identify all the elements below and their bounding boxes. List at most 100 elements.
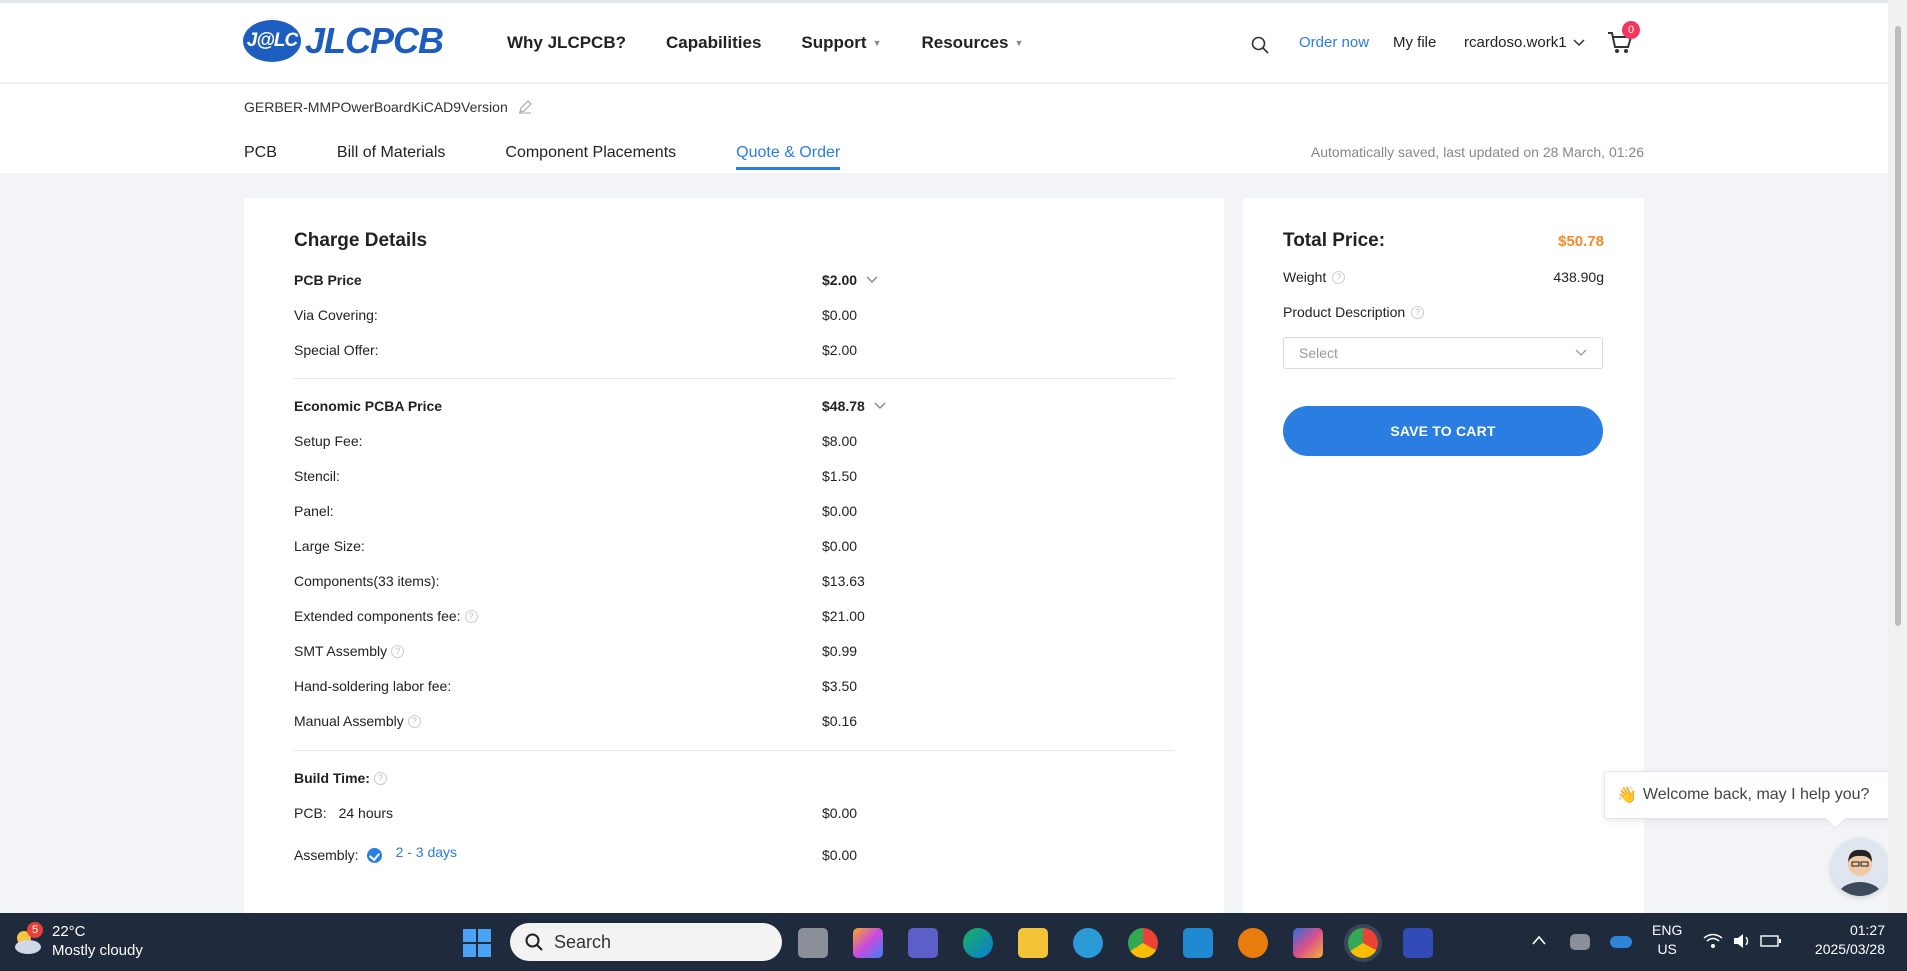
cloud-error-icon[interactable] bbox=[1570, 934, 1590, 950]
chevron-up-icon[interactable] bbox=[1532, 935, 1546, 945]
battery-icon[interactable] bbox=[1760, 934, 1782, 948]
blender-icon[interactable] bbox=[1238, 928, 1268, 958]
teams-icon[interactable] bbox=[908, 928, 938, 958]
my-file-link[interactable]: My file bbox=[1393, 34, 1436, 51]
build-time-label-wrap: Build Time:? bbox=[294, 770, 387, 786]
pcb-price-value: $2.00 bbox=[822, 272, 858, 288]
product-description-select[interactable]: Select bbox=[1283, 337, 1603, 369]
nav-support[interactable]: Support ▼ bbox=[801, 33, 881, 53]
search-placeholder: Search bbox=[554, 931, 612, 952]
charge-label: Panel: bbox=[294, 503, 334, 519]
product-desc-label-wrap: Product Description? bbox=[1283, 304, 1425, 320]
pcb-build-time: 24 hours bbox=[338, 805, 394, 821]
charge-details-title: Charge Details bbox=[294, 230, 428, 251]
pcb-build-label: PCB: bbox=[294, 805, 327, 821]
support-agent-avatar bbox=[1831, 838, 1889, 896]
tab-quote-order[interactable]: Quote & Order bbox=[736, 144, 841, 170]
assembly-build-time-row: Assembly: 2 - 3 days $0.00 bbox=[294, 844, 1174, 867]
nav-label: Capabilities bbox=[666, 33, 762, 52]
volume-icon[interactable] bbox=[1733, 933, 1751, 949]
filename-text: GERBER-MMPOwerBoardKiCAD9Version bbox=[244, 99, 508, 115]
cloudy-weather-icon: 5 bbox=[10, 922, 44, 958]
assembly-build-time[interactable]: 2 - 3 days bbox=[396, 844, 457, 860]
scrollbar-thumb[interactable] bbox=[1895, 26, 1901, 626]
site-header: J@LC JLCPCB Why JLCPCB? Capabilities Sup… bbox=[0, 3, 1888, 83]
file-explorer-icon[interactable] bbox=[1018, 928, 1048, 958]
chevron-down-icon bbox=[1575, 349, 1587, 356]
charge-label: Large Size: bbox=[294, 538, 365, 554]
build-time-row: Build Time:? bbox=[294, 770, 1174, 790]
user-menu[interactable]: rcardoso.work1 bbox=[1464, 34, 1585, 51]
taskbar-search[interactable]: Search bbox=[510, 923, 782, 961]
help-icon[interactable]: ? bbox=[391, 644, 405, 658]
chat-avatar[interactable] bbox=[1831, 838, 1889, 896]
onedrive-icon[interactable] bbox=[1610, 936, 1632, 948]
charge-value: $3.50 bbox=[822, 678, 858, 694]
check-circle-icon[interactable] bbox=[366, 847, 382, 863]
charge-label-wrap: Manual Assembly? bbox=[294, 713, 421, 729]
vscode-icon[interactable] bbox=[1183, 928, 1213, 958]
tab-bill-of-materials[interactable]: Bill of Materials bbox=[337, 144, 445, 169]
nav-resources[interactable]: Resources ▼ bbox=[922, 33, 1024, 53]
save-to-cart-button[interactable]: SAVE TO CART bbox=[1283, 406, 1603, 456]
chat-welcome-bubble[interactable]: 👋 Welcome back, may I help you? bbox=[1604, 771, 1894, 819]
charge-details-card: Charge Details PCB Price $2.00 Via Cover… bbox=[244, 198, 1224, 918]
charge-label-wrap: Extended components fee:? bbox=[294, 608, 478, 624]
weight-label-wrap: Weight? bbox=[1283, 269, 1346, 285]
username: rcardoso.work1 bbox=[1464, 34, 1567, 51]
pcb-price-row[interactable]: PCB Price $2.00 bbox=[294, 272, 1174, 292]
chrome-icon[interactable] bbox=[1128, 928, 1158, 958]
help-icon[interactable]: ? bbox=[407, 714, 421, 728]
autosave-status: Automatically saved, last updated on 28 … bbox=[1310, 144, 1644, 160]
edge-icon[interactable] bbox=[963, 928, 993, 958]
nav-why-jlcpcb[interactable]: Why JLCPCB? bbox=[507, 33, 626, 53]
large-size-row: Large Size: $0.00 bbox=[294, 538, 1174, 558]
charge-label: Stencil: bbox=[294, 468, 340, 484]
help-app-icon[interactable] bbox=[1073, 928, 1103, 958]
help-icon[interactable]: ? bbox=[373, 771, 387, 785]
assembly-build-label-wrap: Assembly: 2 - 3 days bbox=[294, 844, 457, 863]
project-filename: GERBER-MMPOwerBoardKiCAD9Version bbox=[244, 99, 532, 115]
weather-widget[interactable]: 5 22°C Mostly cloudy bbox=[10, 922, 143, 960]
chat-message: Welcome back, may I help you? bbox=[1642, 786, 1870, 803]
charge-label: Extended components fee: bbox=[294, 608, 461, 624]
build-time-label: Build Time: bbox=[294, 770, 370, 786]
jlcpcb-logo[interactable]: J@LC JLCPCB bbox=[243, 19, 444, 63]
special-offer-row: Special Offer: $2.00 bbox=[294, 342, 1174, 362]
nav-label: Support bbox=[801, 33, 867, 52]
search-icon[interactable] bbox=[1250, 35, 1270, 55]
edit-pencil-icon[interactable] bbox=[518, 100, 532, 114]
tab-pcb[interactable]: PCB bbox=[244, 144, 277, 169]
tab-component-placements[interactable]: Component Placements bbox=[505, 144, 676, 169]
charge-label-wrap: SMT Assembly? bbox=[294, 643, 405, 659]
weather-text: 22°C Mostly cloudy bbox=[52, 922, 143, 960]
chevron-down-icon[interactable] bbox=[873, 401, 887, 411]
clock-time: 01:27 bbox=[1849, 922, 1885, 938]
select-placeholder: Select bbox=[1299, 345, 1338, 361]
pcb-build-time-row: PCB: 24 hours $0.00 bbox=[294, 805, 1174, 825]
help-icon[interactable]: ? bbox=[1411, 305, 1425, 319]
pcba-price-row[interactable]: Economic PCBA Price $48.78 bbox=[294, 398, 1174, 418]
order-now-link[interactable]: Order now bbox=[1299, 34, 1369, 51]
weight-label: Weight bbox=[1283, 269, 1327, 285]
pcba-price-label: Economic PCBA Price bbox=[294, 398, 443, 414]
caret-down-icon: ▼ bbox=[1014, 38, 1024, 48]
order-tabs: PCB Bill of Materials Component Placemen… bbox=[244, 144, 900, 170]
chevron-down-icon[interactable] bbox=[865, 275, 879, 285]
nav-capabilities[interactable]: Capabilities bbox=[666, 33, 761, 53]
help-icon[interactable]: ? bbox=[464, 609, 478, 623]
kicad-icon[interactable] bbox=[1403, 928, 1433, 958]
chrome-profile-icon[interactable] bbox=[1348, 928, 1378, 958]
weight-row: Weight? 438.90g bbox=[1283, 269, 1604, 285]
copilot-icon[interactable] bbox=[853, 928, 883, 958]
system-clock[interactable]: 01:27 2025/03/28 bbox=[1805, 921, 1885, 959]
windows-start-icon[interactable] bbox=[463, 929, 491, 957]
help-icon[interactable]: ? bbox=[1332, 270, 1346, 284]
m365-icon[interactable] bbox=[1293, 928, 1323, 958]
charge-label: Hand-soldering labor fee: bbox=[294, 678, 452, 694]
wifi-icon[interactable] bbox=[1703, 933, 1723, 949]
cart-count-badge: 0 bbox=[1622, 21, 1640, 39]
language-indicator[interactable]: ENG US bbox=[1652, 921, 1682, 959]
charge-value: $1.50 bbox=[822, 468, 858, 484]
task-view-icon[interactable] bbox=[798, 928, 828, 958]
